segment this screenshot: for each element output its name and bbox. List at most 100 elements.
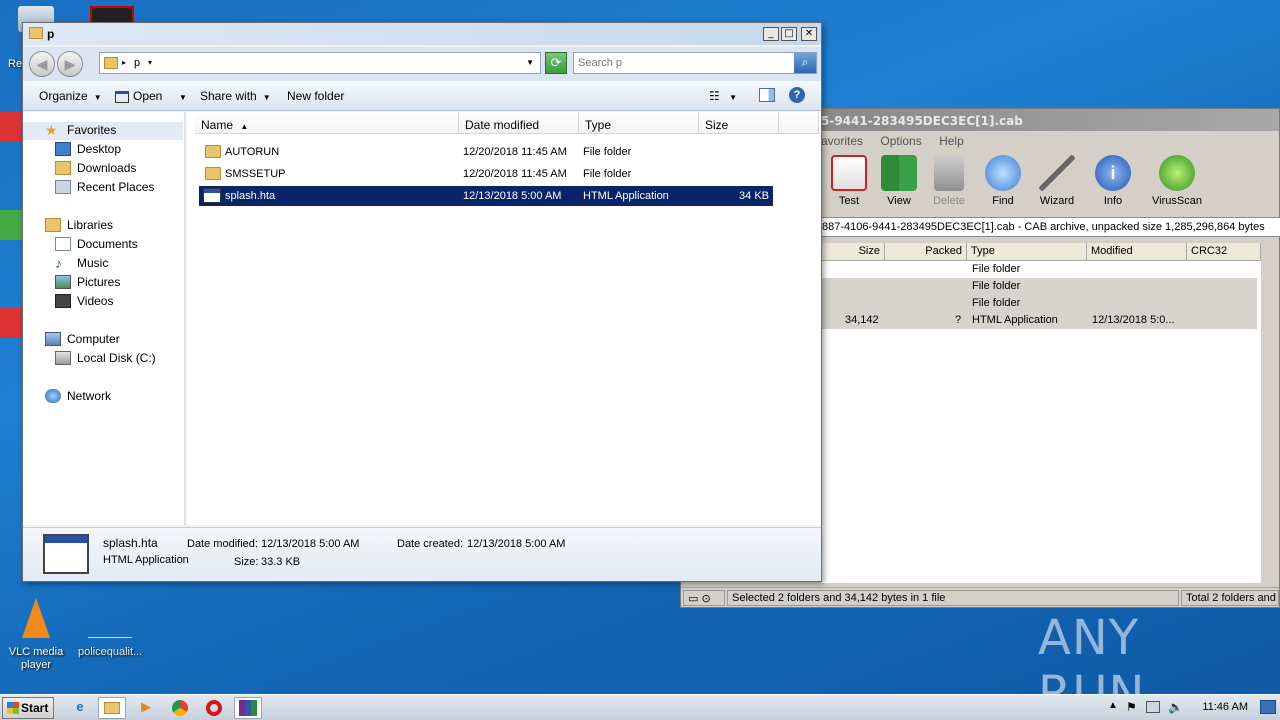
details-created-label: Date created:	[397, 538, 464, 550]
view-button[interactable]: View	[871, 155, 927, 207]
wizard-button[interactable]: Wizard	[1029, 155, 1085, 207]
file-row-splash-hta[interactable]: splash.hta 12/13/2018 5:00 AM HTML Appli…	[199, 186, 773, 206]
chevron-down-icon: ▼	[729, 93, 738, 102]
col-crc32[interactable]: CRC32	[1187, 243, 1261, 261]
file-row-autorun[interactable]: AUTORUN 12/20/2018 11:45 AM File folder	[199, 142, 773, 162]
open-button[interactable]: Open	[115, 89, 162, 103]
nav-libraries[interactable]: Libraries	[45, 217, 113, 235]
menu-help[interactable]: Help	[939, 134, 964, 148]
maximize-button[interactable]: □	[781, 27, 797, 41]
details-pane: splash.hta HTML Application Date modifie…	[23, 527, 821, 581]
col-size[interactable]: Size	[821, 243, 885, 261]
explorer-taskbar-icon[interactable]	[98, 697, 126, 719]
archive-row[interactable]: File folder	[821, 295, 1257, 312]
details-size-value: 33.3 KB	[261, 556, 301, 568]
col-extra[interactable]	[779, 112, 819, 134]
winrar-status-bar: ▭ ⊙ Selected 2 folders and 34,142 bytes …	[681, 587, 1279, 607]
info-button[interactable]: i Info	[1085, 155, 1141, 207]
search-icon[interactable]: ⌕	[794, 53, 816, 73]
title-bar[interactable]: p _ □ ✕	[23, 23, 821, 45]
col-type[interactable]: Type	[579, 112, 699, 134]
nav-pictures[interactable]: Pictures	[55, 274, 120, 292]
desktop-icon-fragment[interactable]	[0, 210, 24, 240]
back-button[interactable]: ◀	[29, 51, 55, 77]
chevron-right-icon[interactable]: ▸	[122, 58, 126, 67]
desktop-icon-fragment[interactable]	[0, 112, 24, 142]
delete-button[interactable]: Delete	[921, 155, 977, 207]
chevron-down-icon: ▼	[262, 93, 271, 102]
start-button[interactable]: Start	[2, 697, 54, 719]
nav-music[interactable]: ♪ Music	[55, 255, 108, 273]
chrome-taskbar-icon[interactable]	[166, 697, 194, 719]
col-packed[interactable]: Packed	[885, 243, 967, 261]
ie-taskbar-icon[interactable]: e	[66, 697, 94, 719]
nav-downloads[interactable]: Downloads	[55, 160, 136, 178]
nav-local-disk[interactable]: Local Disk (C:)	[55, 350, 156, 368]
col-date-modified[interactable]: Date modified	[459, 112, 579, 134]
search-input[interactable]	[578, 56, 788, 70]
desktop-icon-fragment[interactable]	[0, 308, 24, 338]
file-row-smssetup[interactable]: SMSSETUP 12/20/2018 11:45 AM File folder	[199, 164, 773, 184]
help-icon[interactable]: ?	[789, 87, 805, 103]
anyrun-watermark: ANY RUN	[1038, 610, 1146, 720]
volume-icon[interactable]: 🔈	[1168, 700, 1183, 714]
test-button[interactable]: Test	[821, 155, 877, 207]
navigation-pane[interactable]: ★ Favorites Desktop Downloads Recent Plac…	[23, 112, 185, 525]
star-icon: ★	[45, 121, 58, 138]
menu-options[interactable]: Options	[880, 134, 921, 148]
clock[interactable]: 11:46 AM	[1202, 701, 1248, 713]
delete-label: Delete	[933, 195, 965, 207]
new-folder-button[interactable]: New folder	[287, 89, 344, 103]
hard-disk-icon	[55, 350, 71, 365]
forward-button[interactable]: ▶	[57, 51, 83, 77]
winrar-menu: avorites Options Help	[821, 131, 978, 151]
col-size[interactable]: Size	[699, 112, 779, 134]
preview-pane-icon[interactable]	[759, 88, 775, 102]
find-button[interactable]: Find	[975, 155, 1031, 207]
archive-row[interactable]: File folder	[821, 261, 1257, 278]
nav-recent-places[interactable]: Recent Places	[55, 179, 154, 197]
virusscan-button[interactable]: VirusScan	[1149, 155, 1205, 207]
chevron-down-icon[interactable]: ▾	[148, 58, 152, 67]
col-modified[interactable]: Modified	[1087, 243, 1187, 261]
address-history-dropdown[interactable]: ▼	[526, 58, 534, 67]
address-bar[interactable]: ▸ p ▾ ▼	[99, 52, 541, 74]
desktop-icon-vlc[interactable]: VLC media player	[4, 598, 68, 672]
info-icon: i	[1095, 155, 1131, 191]
desktop-label-fragment: Re	[8, 58, 23, 70]
nav-desktop[interactable]: Desktop	[55, 141, 121, 159]
explorer-window[interactable]: p _ □ ✕ ◀ ▶ ▸ p ▾ ▼ ⟳ ⌕ Organize ▼ Open ▼…	[22, 22, 822, 582]
organize-button[interactable]: Organize ▼	[39, 89, 102, 103]
desktop-icon-file[interactable]: policequalit...	[78, 598, 142, 659]
show-hidden-icons-icon[interactable]: ▲	[1108, 700, 1118, 711]
nav-favorites[interactable]: ★ Favorites	[23, 122, 183, 140]
winrar-taskbar-icon[interactable]	[234, 697, 262, 719]
chevron-down-icon: ▼	[179, 93, 187, 102]
network-tray-icon[interactable]	[1146, 701, 1160, 713]
nav-videos[interactable]: Videos	[55, 293, 113, 311]
nav-computer[interactable]: Computer	[45, 331, 120, 349]
col-name[interactable]: Name ▲	[195, 112, 459, 134]
media-player-taskbar-icon[interactable]: ▶	[132, 697, 160, 719]
close-button[interactable]: ✕	[801, 27, 817, 41]
file-list[interactable]: Name ▲ Date modified Type Size AUTORUN 1…	[187, 112, 821, 525]
archive-row[interactable]: File folder	[821, 278, 1257, 295]
refresh-button[interactable]: ⟳	[545, 52, 567, 74]
minimize-button[interactable]: _	[763, 27, 779, 41]
folder-icon	[205, 145, 221, 158]
col-type[interactable]: Type	[967, 243, 1087, 261]
archive-list[interactable]: Size Packed Type Modified CRC32 File fol…	[821, 243, 1261, 583]
address-segment[interactable]: p	[134, 57, 140, 69]
nav-documents[interactable]: Documents	[55, 236, 138, 254]
open-dropdown[interactable]: ▼	[173, 89, 187, 103]
search-box[interactable]: ⌕	[573, 52, 817, 74]
pictures-icon	[55, 274, 71, 289]
nav-network[interactable]: Network	[45, 388, 111, 406]
view-options-button[interactable]: ☷ ▼	[709, 89, 737, 103]
action-center-flag-icon[interactable]: ⚑	[1126, 700, 1137, 714]
menu-favorites[interactable]: avorites	[821, 134, 863, 148]
archive-row[interactable]: 34,142 ? HTML Application 12/13/2018 5:0…	[821, 312, 1257, 329]
show-desktop-icon[interactable]	[1260, 700, 1276, 714]
share-with-button[interactable]: Share with ▼	[200, 89, 271, 103]
opera-taskbar-icon[interactable]	[200, 697, 228, 719]
